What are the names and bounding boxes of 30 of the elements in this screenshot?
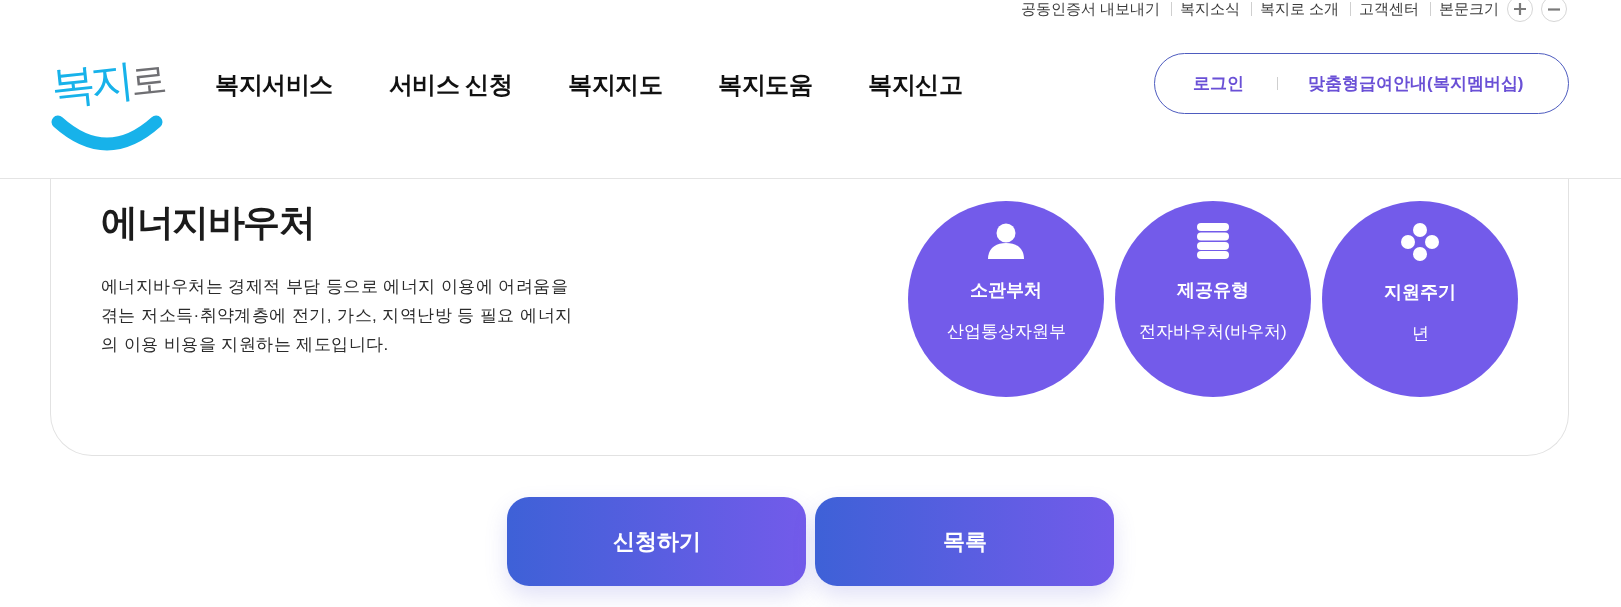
- action-button[interactable]: 목록: [815, 497, 1114, 586]
- fact-value: 산업통상자원부: [946, 321, 1066, 343]
- nav-menu-item[interactable]: 복지도움: [718, 69, 813, 101]
- program-description: 에너지바우처는 경제적 부담 등으로 에너지 이용에 어려움을 겪는 저소득·취약계층에 전기, 가스, 지역난방 등 필요 에너지의 이용 비용을 지원하는 제도입니다.: [101, 276, 574, 356]
- fact-value: 년: [1411, 323, 1429, 345]
- fact-label: 제공유형: [1177, 279, 1249, 302]
- minus-icon: [1548, 7, 1560, 11]
- fact-label: 소관부처: [970, 279, 1042, 302]
- utility-link[interactable]: 공동인증서 내보내기: [1020, 0, 1160, 18]
- increase-font-button[interactable]: [1507, 0, 1533, 22]
- font-size-label: 본문크기: [1439, 0, 1499, 18]
- logo[interactable]: 복지로: [48, 53, 165, 156]
- nav-menu-item[interactable]: 복지지도: [568, 69, 663, 101]
- utility-link[interactable]: 복지로 소개: [1259, 0, 1339, 18]
- action-button[interactable]: 신청하기: [507, 497, 806, 586]
- nav-menu-item[interactable]: 복지서비스: [215, 69, 333, 101]
- utility-link[interactable]: 고객센터: [1359, 0, 1419, 18]
- decrease-font-button[interactable]: [1541, 0, 1567, 22]
- person-icon: [987, 223, 1025, 259]
- nav-menu-item[interactable]: 서비스 신청: [388, 69, 513, 101]
- program-title: 에너지바우처: [101, 201, 315, 245]
- four-dots-icon: [1401, 223, 1439, 261]
- fact-value: 전자바우처(바우처): [1139, 321, 1287, 343]
- membership-link[interactable]: 맞춤형급여안내(복지멤버십): [1308, 72, 1524, 95]
- database-icon: [1197, 223, 1229, 259]
- login-link[interactable]: 로그인: [1193, 72, 1244, 95]
- utility-link[interactable]: 복지소식: [1179, 0, 1240, 18]
- nav-menu-item[interactable]: 복지신고: [868, 69, 963, 101]
- fact-label: 지원주기: [1384, 281, 1456, 304]
- plus-icon: [1514, 3, 1526, 15]
